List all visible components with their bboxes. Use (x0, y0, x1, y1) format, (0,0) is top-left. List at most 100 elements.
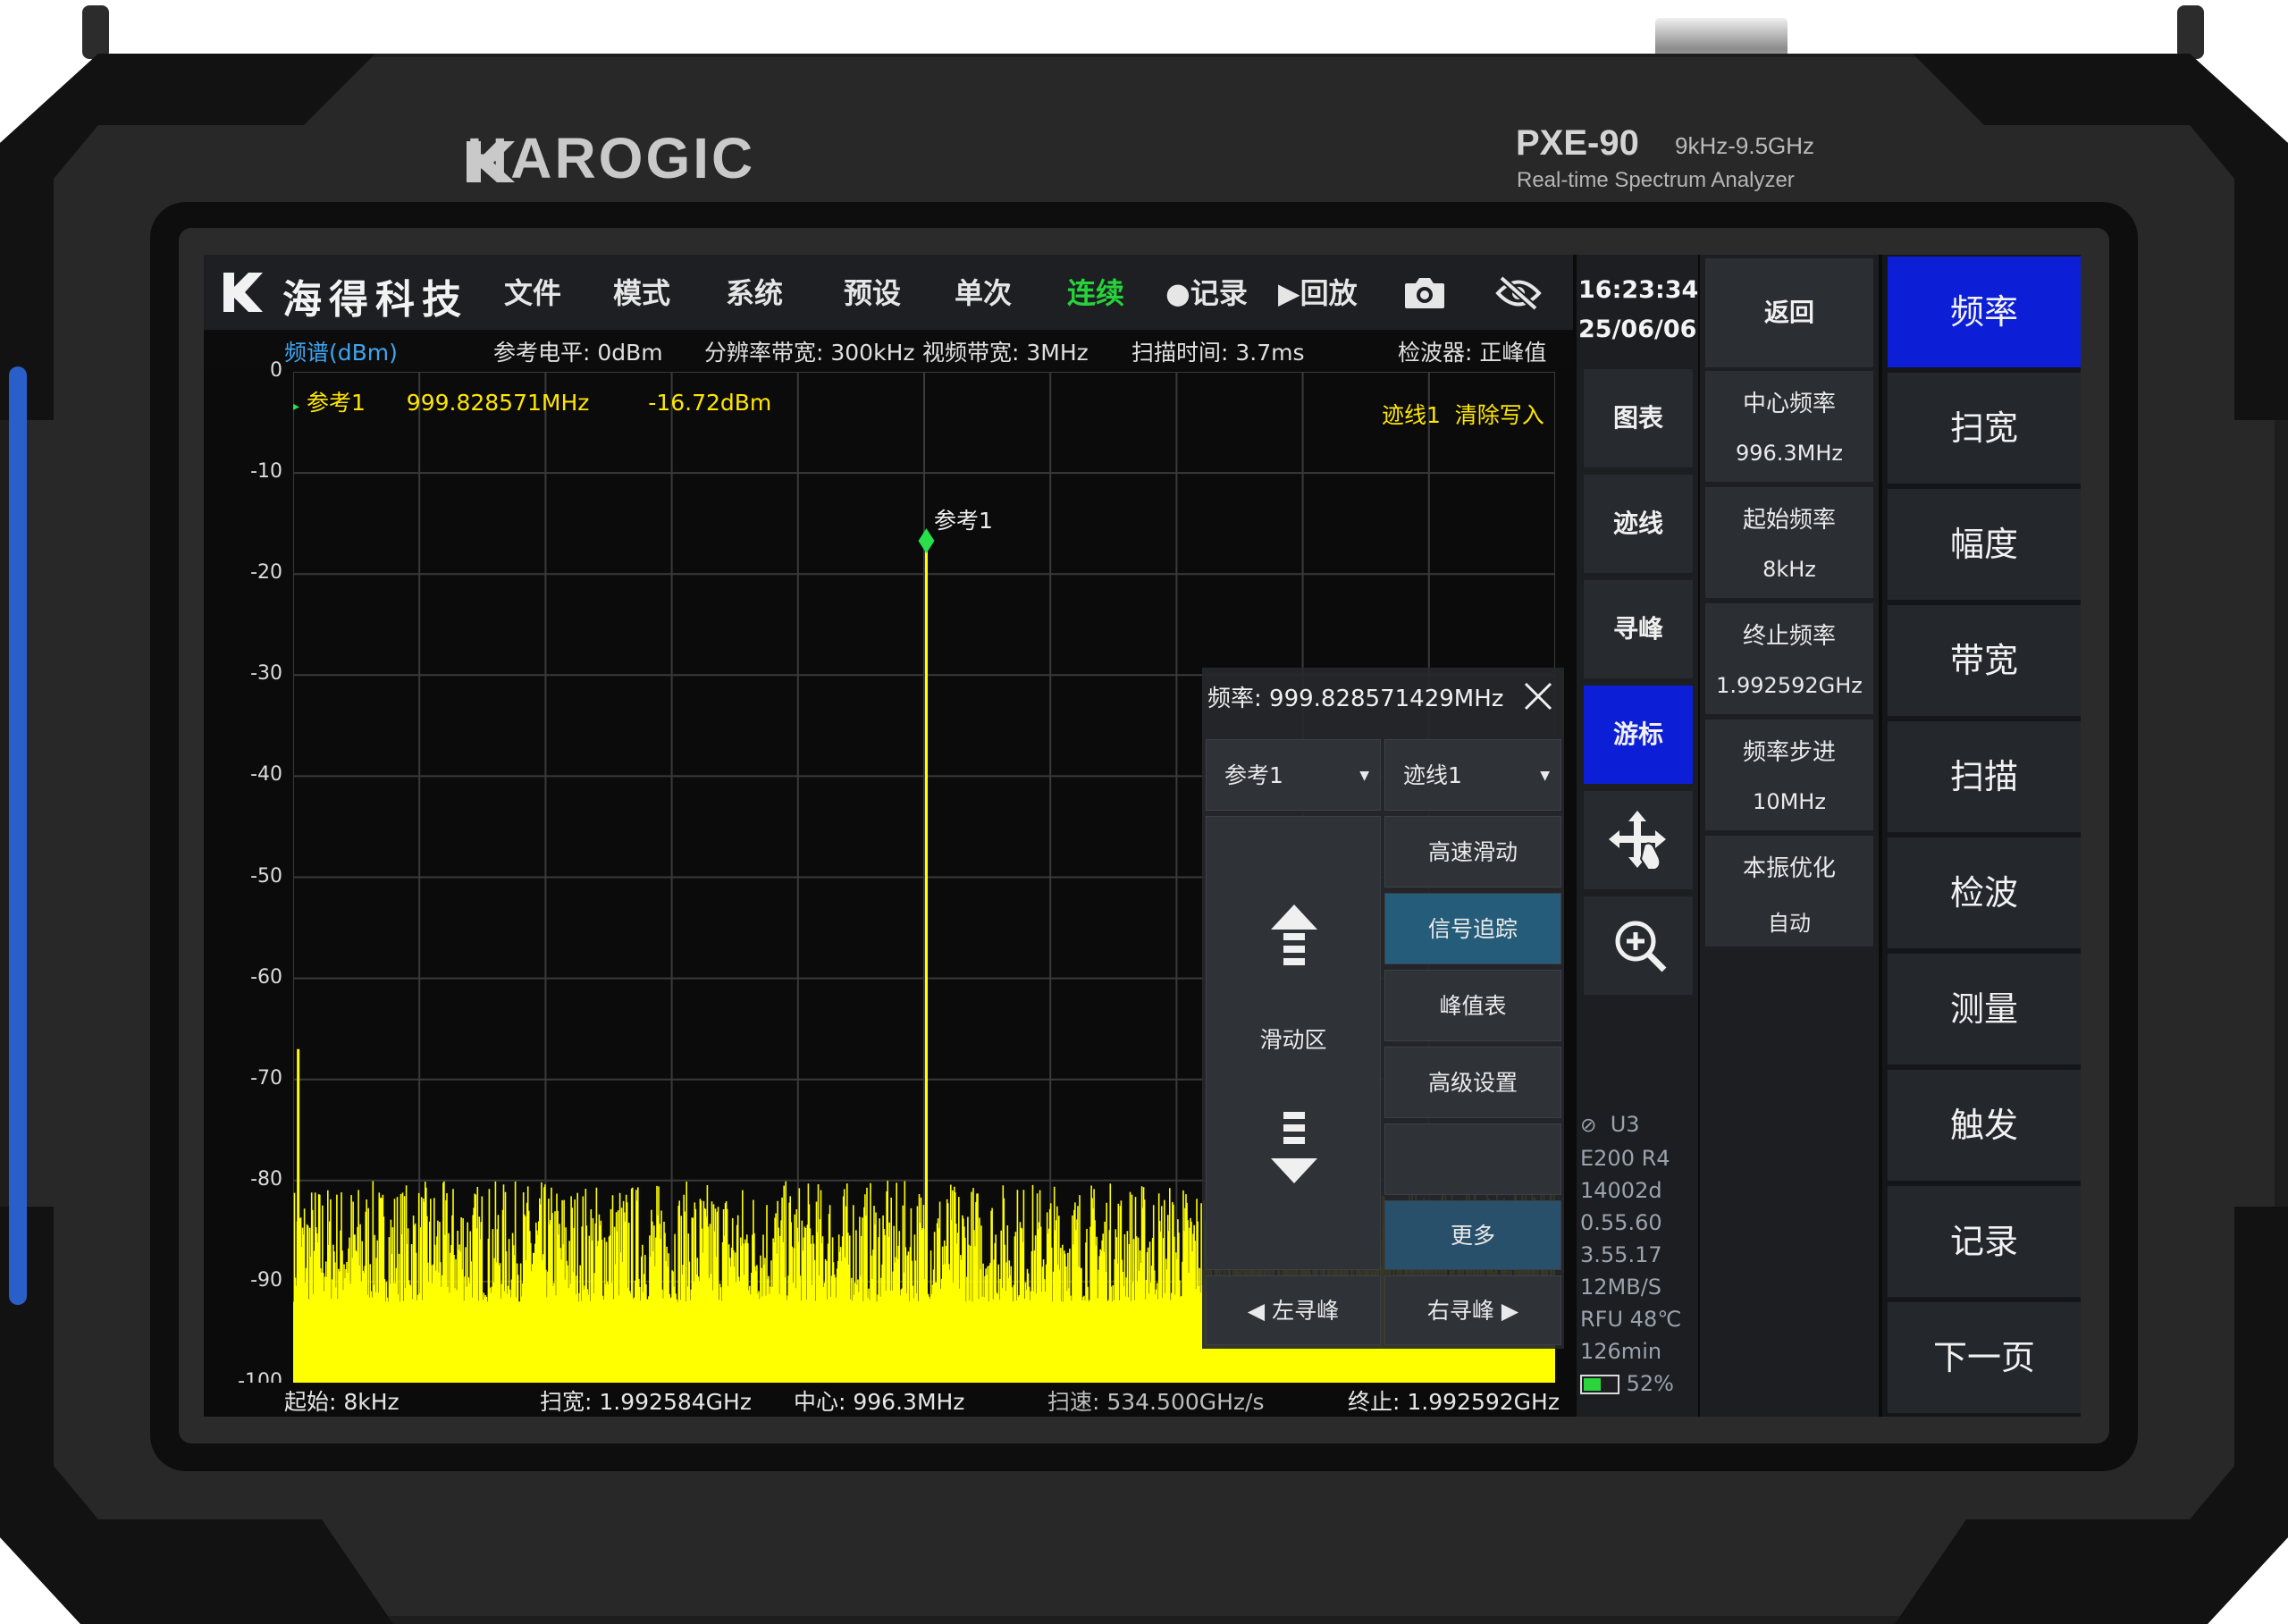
slide-area-label: 滑动区 (1259, 1027, 1327, 1053)
status-line: RFU 48℃ (1580, 1307, 1682, 1332)
empty-button[interactable] (1384, 1123, 1561, 1195)
main-menu-frequency[interactable]: 频率 (1888, 257, 2081, 367)
param-label: 中心频率 (1742, 391, 1836, 417)
ref-level: 参考电平: 0dBm (493, 340, 663, 366)
camera-icon[interactable] (1403, 276, 1446, 310)
y-tick-label: -10 (250, 460, 282, 484)
vbw: 视频带宽: 3MHz (922, 340, 1089, 366)
menu-record[interactable]: ●记录 (1165, 271, 1248, 312)
menu-playback[interactable]: ▶回放 (1278, 271, 1358, 312)
y-tick-label: -50 (250, 864, 282, 888)
side-button-peak-search[interactable]: 寻峰 (1584, 580, 1693, 678)
main-menu-bandwidth[interactable]: 带宽 (1888, 605, 2081, 716)
menu-file[interactable]: 文件 (504, 271, 561, 312)
menu-system[interactable]: 系统 (726, 271, 783, 312)
status-line: 3.55.17 (1580, 1242, 1662, 1267)
status-line: 14002d (1580, 1178, 1662, 1203)
y-tick-label: -90 (250, 1268, 282, 1292)
y-tick-label: -30 (250, 662, 282, 686)
menu-preset[interactable]: 预设 (844, 271, 901, 312)
y-tick-label: 0 (270, 359, 282, 382)
sweep-speed-readout: 扫速: 534.500GHz/s (1047, 1389, 1265, 1415)
app-logo-text: 海得科技 (282, 277, 468, 323)
marker-popup-title: 频率: 999.828571429MHz (1207, 686, 1504, 712)
param-stop-frequency[interactable]: 终止频率 1.992592GHz (1705, 603, 1873, 714)
gps-status: ⊘ U3 (1580, 1112, 1640, 1137)
right-peak-search-button[interactable]: 右寻峰 ▶ (1384, 1275, 1561, 1345)
side-button-marker[interactable]: 游标 (1584, 686, 1693, 784)
side-button-trace[interactable]: 迹线 (1584, 475, 1693, 573)
arrow-down-icon (1271, 1112, 1317, 1183)
measurement-info-bar: 频谱(dBm) 参考电平: 0dBm 分辨率带宽: 300kHz 视频带宽: 3… (204, 330, 1573, 369)
high-speed-slide-button[interactable]: 高速滑动 (1384, 816, 1561, 888)
back-button[interactable]: 返回 (1705, 258, 1873, 367)
stop-frequency-readout: 终止: 1.992592GHz (1348, 1389, 1560, 1415)
clock: 16:23:34 25/06/06 (1578, 271, 1698, 349)
move-touch-button[interactable] (1584, 791, 1693, 889)
main-menu-span[interactable]: 扫宽 (1888, 373, 2081, 484)
y-axis-title: 频谱(dBm) (284, 340, 398, 366)
y-tick-label: -40 (250, 763, 282, 787)
marker-readout-name: 参考1 (306, 390, 366, 416)
frequency-bottom-bar: 起始: 8kHz 扫宽: 1.992584GHz 中心: 996.3MHz 扫速… (204, 1383, 1573, 1417)
main-menu-measure[interactable]: 测量 (1888, 954, 2081, 1064)
left-peak-search-button[interactable]: ◀ 左寻峰 (1206, 1275, 1381, 1345)
param-value: 自动 (1768, 911, 1811, 936)
status-line: 126min (1580, 1339, 1662, 1364)
trace-select-dropdown[interactable]: 迹线1 ▼ (1384, 739, 1561, 811)
marker-peak-label: 参考1 (934, 508, 993, 534)
param-lo-optimization[interactable]: 本振优化 自动 (1705, 836, 1873, 947)
chevron-down-icon: ▼ (1359, 769, 1369, 783)
y-tick-label: -80 (250, 1167, 282, 1191)
param-center-frequency[interactable]: 中心频率 996.3MHz (1705, 371, 1873, 482)
marker-layer (918, 528, 935, 554)
device-frequency-range: 9kHz-9.5GHz (1675, 132, 1815, 159)
sweep-time: 扫描时间: 3.7ms (1131, 340, 1305, 366)
param-start-frequency[interactable]: 起始频率 8kHz (1705, 487, 1873, 598)
menu-continuous[interactable]: 连续 (1067, 271, 1124, 312)
device-model: PXE-90 (1516, 123, 1639, 163)
main-menu-trigger[interactable]: 触发 (1888, 1070, 2081, 1181)
start-frequency-readout: 起始: 8kHz (284, 1389, 400, 1415)
param-frequency-step[interactable]: 频率步进 10MHz (1705, 719, 1873, 830)
center-frequency-readout: 中心: 996.3MHz (794, 1389, 965, 1415)
more-button[interactable]: 更多 (1384, 1200, 1561, 1270)
device-subtitle: Real-time Spectrum Analyzer (1517, 168, 1795, 192)
marker-select-dropdown[interactable]: 参考1 ▼ (1206, 739, 1381, 811)
side-tool-strip: 16:23:34 25/06/06 图表 迹线 寻峰 游标 ⊘ U3 E200 … (1577, 255, 1698, 1417)
zoom-button[interactable] (1584, 896, 1693, 995)
battery-status: 52% (1580, 1367, 1681, 1400)
main-menu-sweep[interactable]: 扫描 (1888, 721, 2081, 832)
status-line: 12MB/S (1580, 1275, 1662, 1300)
y-tick-label: -70 (250, 1066, 282, 1090)
param-value: 996.3MHz (1735, 441, 1844, 466)
move-gesture-icon (1609, 811, 1666, 871)
main-menu-next-page[interactable]: 下一页 (1888, 1302, 2081, 1413)
app-logo-icon (223, 273, 263, 312)
slide-area[interactable]: 滑动区 (1206, 816, 1381, 1270)
clock-time: 16:23:34 (1578, 276, 1699, 304)
param-value: 10MHz (1753, 789, 1826, 814)
eye-off-icon[interactable] (1494, 274, 1543, 312)
marker-readout: ▸ 参考1 999.828571MHz -16.72dBm (293, 385, 771, 417)
peak-table-button[interactable]: 峰值表 (1384, 970, 1561, 1041)
marker-diamond-icon (918, 528, 935, 554)
main-menu-record[interactable]: 记录 (1888, 1186, 2081, 1297)
marker-popup: 频率: 999.828571429MHz 参考1 ▼ 迹线1 ▼ 滑动区 高速滑… (1202, 668, 1564, 1349)
menu-single[interactable]: 单次 (955, 271, 1012, 312)
y-tick-label: -20 (250, 561, 282, 585)
menu-mode[interactable]: 模式 (613, 271, 670, 312)
advanced-settings-button[interactable]: 高级设置 (1384, 1047, 1561, 1118)
battery-percent: 52% (1626, 1371, 1674, 1396)
param-value: 1.992592GHz (1716, 673, 1863, 698)
main-menu: 频率 扫宽 幅度 带宽 扫描 检波 测量 触发 记录 下一页 (1882, 255, 2081, 1417)
marker-readout-freq: 999.828571MHz (406, 390, 590, 416)
analyzer-screen: 海得科技 文件 模式 系统 预设 单次 连续 ●记录 ▶回放 频谱(dBm) 参… (204, 255, 2081, 1417)
signal-tracking-button[interactable]: 信号追踪 (1384, 893, 1561, 964)
close-icon[interactable] (1522, 680, 1554, 712)
side-button-chart[interactable]: 图表 (1584, 369, 1693, 467)
main-menu-amplitude[interactable]: 幅度 (1888, 489, 2081, 600)
detector: 检波器: 正峰值 (1398, 340, 1547, 366)
main-menu-detector[interactable]: 检波 (1888, 837, 2081, 948)
y-tick-label: -60 (250, 965, 282, 989)
